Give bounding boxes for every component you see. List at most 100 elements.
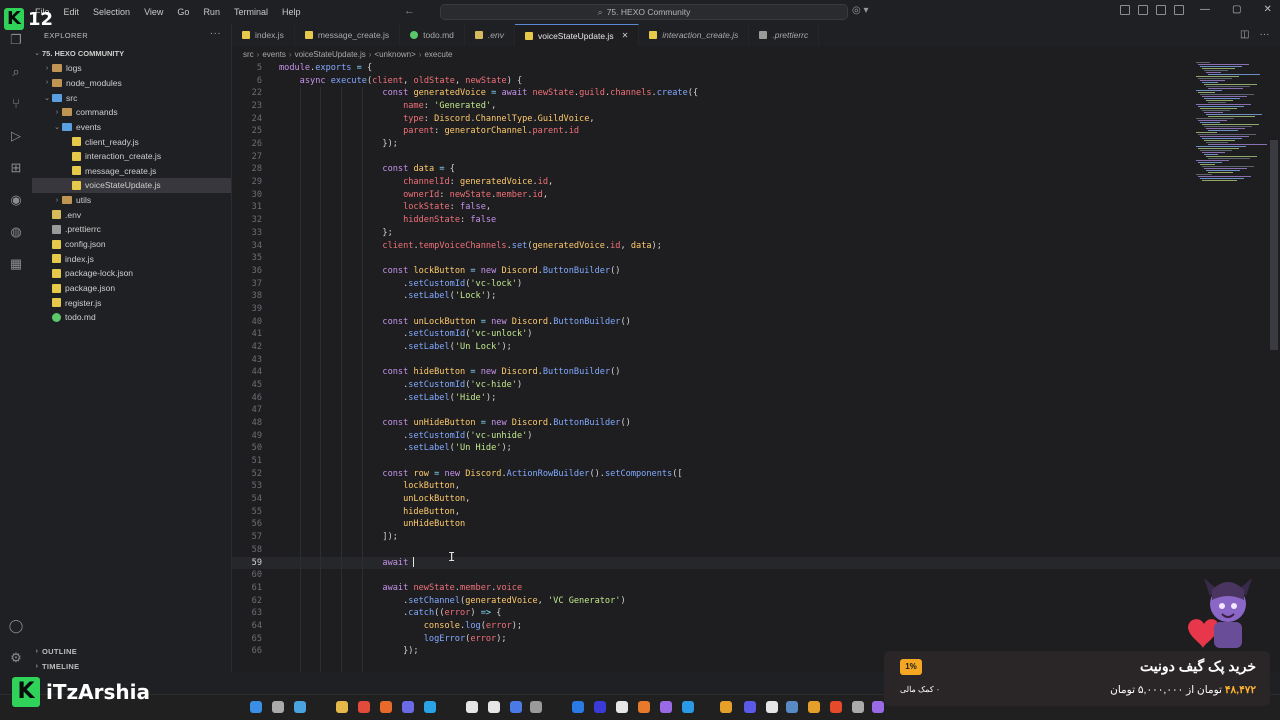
breadcrumb-item[interactable]: execute (424, 50, 452, 59)
folder-item[interactable]: › logs (32, 61, 231, 76)
file-item[interactable]: client_ready.js (32, 134, 231, 149)
file-item[interactable]: todo.md (32, 310, 231, 325)
taskbar-app-icon[interactable] (272, 701, 284, 713)
folder-item[interactable]: › commands (32, 105, 231, 120)
explorer-root[interactable]: ⌄ 75. HEXO COMMUNITY (32, 46, 231, 61)
taskbar-app-icon[interactable] (336, 701, 348, 713)
tab-index-js[interactable]: index.js (232, 24, 295, 46)
code-editor[interactable]: 5 module.exports = {6 async execute(client… (232, 62, 1280, 672)
code-line[interactable]: 6 async execute(client, oldState, newStat… (232, 75, 1280, 88)
code-line[interactable]: 58 (232, 544, 1280, 557)
code-line[interactable]: 33}; (232, 227, 1280, 240)
menu-item-go[interactable]: Go (170, 7, 196, 17)
more-actions-icon[interactable]: ··· (1259, 29, 1269, 40)
file-item[interactable]: message_create.js (32, 164, 231, 179)
code-line[interactable]: 35 (232, 252, 1280, 265)
gear-icon[interactable]: ⚙ (8, 650, 24, 666)
code-line[interactable]: 46 .setLabel('Hide'); (232, 392, 1280, 405)
folder-item[interactable]: › node_modules (32, 76, 231, 91)
taskbar-app-icon[interactable] (786, 701, 798, 713)
layout-icon[interactable] (1120, 5, 1130, 15)
code-line[interactable]: 38 .setLabel('Lock'); (232, 290, 1280, 303)
minimize-icon[interactable]: — (1200, 4, 1210, 15)
taskbar-app-icon[interactable] (660, 701, 672, 713)
file-item[interactable]: package.json (32, 281, 231, 296)
panel-toggle-icon[interactable] (1156, 5, 1166, 15)
code-line[interactable]: 47 (232, 404, 1280, 417)
file-item[interactable]: package-lock.json (32, 266, 231, 281)
code-line[interactable]: 50 .setLabel('Un Hide'); (232, 442, 1280, 455)
code-line[interactable]: 25 parent: generatorChannel.parent.id (232, 125, 1280, 138)
layout-controls[interactable] (1120, 5, 1184, 15)
code-line[interactable]: 26}); (232, 138, 1280, 151)
file-item[interactable]: voiceStateUpdate.js (32, 178, 231, 193)
taskbar-app-icon[interactable] (294, 701, 306, 713)
maximize-icon[interactable]: ▢ (1232, 4, 1241, 15)
command-center[interactable]: ⌕ 75. HEXO Community (440, 4, 848, 20)
editor-scrollbar[interactable] (1270, 140, 1278, 350)
code-line[interactable]: 32 hiddenState: false (232, 214, 1280, 227)
code-line[interactable]: 23 name: 'Generated', (232, 100, 1280, 113)
code-line[interactable]: 48 const unHideButton = new Discord.Butto… (232, 417, 1280, 430)
menu-item-help[interactable]: Help (275, 7, 308, 17)
code-line[interactable]: 39 (232, 303, 1280, 316)
code-line[interactable]: 59 await (232, 556, 1280, 570)
code-line[interactable]: 64 console.log(error); (232, 620, 1280, 633)
search-icon[interactable]: ⌕ (8, 64, 24, 80)
code-line[interactable]: 60 (232, 569, 1280, 582)
copilot-icon[interactable]: ◎ ▾ (852, 5, 869, 16)
donation-promo[interactable]: خرید پک گیف دونیت ۴۸,۴۷۲ تومان از ۵,۰۰۰,… (884, 651, 1270, 706)
taskbar-app-icon[interactable] (638, 701, 650, 713)
code-line[interactable]: 54 unLockButton, (232, 493, 1280, 506)
code-line[interactable]: 34 client.tempVoiceChannels.set(generated… (232, 240, 1280, 253)
folder-item[interactable]: › utils (32, 193, 231, 208)
taskbar-app-icon[interactable] (358, 701, 370, 713)
taskbar-app-icon[interactable] (424, 701, 436, 713)
code-line[interactable]: 44 const hideButton = new Discord.ButtonB… (232, 366, 1280, 379)
taskbar-app-icon[interactable] (720, 701, 732, 713)
code-line[interactable]: 24 type: Discord.ChannelType.GuildVoice, (232, 113, 1280, 126)
close-icon[interactable]: ✕ (1263, 4, 1271, 15)
tab-voicestateupdate-js[interactable]: voiceStateUpdate.js ✕ (514, 24, 640, 46)
tab--env[interactable]: .env (465, 24, 515, 46)
code-line[interactable]: 31 lockState: false, (232, 201, 1280, 214)
code-line[interactable]: 42 .setLabel('Un Lock'); (232, 341, 1280, 354)
taskbar-app-icon[interactable] (744, 701, 756, 713)
code-line[interactable]: 30 ownerId: newState.member.id, (232, 189, 1280, 202)
file-item[interactable]: interaction_create.js (32, 149, 231, 164)
menu-item-view[interactable]: View (137, 7, 170, 17)
tab-message-create-js[interactable]: message_create.js (295, 24, 401, 46)
code-line[interactable]: 37 .setCustomId('vc-lock') (232, 278, 1280, 291)
code-line[interactable]: 29 channelId: generatedVoice.id, (232, 176, 1280, 189)
code-line[interactable]: 51 (232, 455, 1280, 468)
code-line[interactable]: 53 lockButton, (232, 480, 1280, 493)
docker-icon[interactable]: ▦ (8, 256, 24, 272)
code-line[interactable]: 43 (232, 354, 1280, 367)
folder-item[interactable]: ⌄ events (32, 120, 231, 135)
close-icon[interactable]: ✕ (622, 31, 629, 40)
folder-item[interactable]: ⌄ src (32, 90, 231, 105)
taskbar-app-icon[interactable] (510, 701, 522, 713)
taskbar-app-icon[interactable] (530, 701, 542, 713)
code-line[interactable]: 61 await newState.member.voice (232, 582, 1280, 595)
taskbar-app-icon[interactable] (872, 701, 884, 713)
taskbar-app-icon[interactable] (572, 701, 584, 713)
menu-item-selection[interactable]: Selection (86, 7, 137, 17)
remote-icon[interactable]: ◍ (8, 224, 24, 240)
breadcrumb-item[interactable]: <unknown> (374, 50, 415, 59)
source-control-icon[interactable]: ⑂ (8, 96, 24, 112)
code-line[interactable]: 45 .setCustomId('vc-hide') (232, 379, 1280, 392)
menu-item-run[interactable]: Run (196, 7, 227, 17)
git-graph-icon[interactable]: ◉ (8, 192, 24, 208)
taskbar-app-icon[interactable] (766, 701, 778, 713)
code-line[interactable]: 36 const lockButton = new Discord.ButtonB… (232, 265, 1280, 278)
run-debug-icon[interactable]: ▷ (8, 128, 24, 144)
explorer-icon[interactable]: ❐ (8, 32, 24, 48)
taskbar-app-icon[interactable] (402, 701, 414, 713)
code-line[interactable]: 56 unHideButton (232, 518, 1280, 531)
taskbar-app-icon[interactable] (682, 701, 694, 713)
code-line[interactable]: 5 module.exports = { (232, 62, 1280, 75)
code-line[interactable]: 62 .setChannel(generatedVoice, 'VC Genera… (232, 595, 1280, 608)
tab-interaction-create-js[interactable]: interaction_create.js (639, 24, 750, 46)
code-line[interactable]: 63 .catch((error) => { (232, 607, 1280, 620)
